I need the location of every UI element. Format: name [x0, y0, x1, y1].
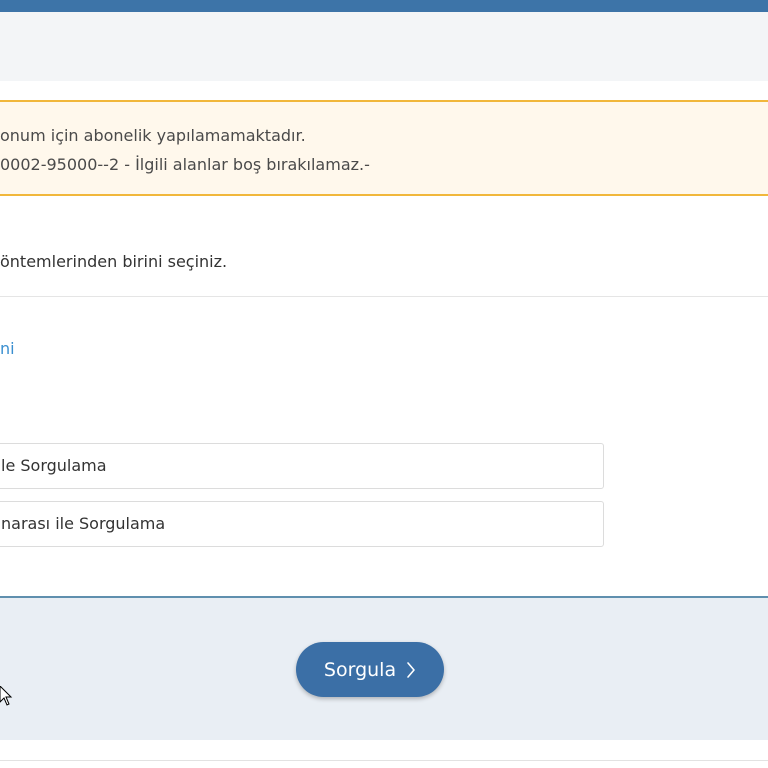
sub-header	[0, 12, 768, 81]
top-header-bar	[0, 0, 768, 12]
section-link[interactable]: ni	[0, 339, 15, 358]
query-option-1[interactable]: le Sorgulama	[0, 443, 604, 489]
bottom-divider	[0, 760, 768, 761]
chevron-right-icon	[407, 661, 415, 678]
query-option-2-label: narası ile Sorgulama	[1, 514, 166, 533]
warning-alert: onum için abonelik yapılamamaktadır. 000…	[0, 100, 768, 196]
alert-message-2: 0002-95000--2 - İlgili alanlar boş bırak…	[0, 155, 370, 174]
instruction-text: öntemlerinden birini seçiniz.	[0, 252, 228, 271]
mouse-cursor-icon	[0, 686, 13, 706]
page: onum için abonelik yapılamamaktadır. 000…	[0, 0, 768, 768]
query-button-label: Sorgula	[323, 658, 397, 681]
query-button[interactable]: Sorgula	[296, 642, 444, 697]
section-divider	[0, 296, 768, 297]
query-option-2[interactable]: narası ile Sorgulama	[0, 501, 604, 547]
alert-message-1: onum için abonelik yapılamamaktadır.	[0, 126, 306, 145]
query-option-1-label: le Sorgulama	[1, 456, 107, 475]
